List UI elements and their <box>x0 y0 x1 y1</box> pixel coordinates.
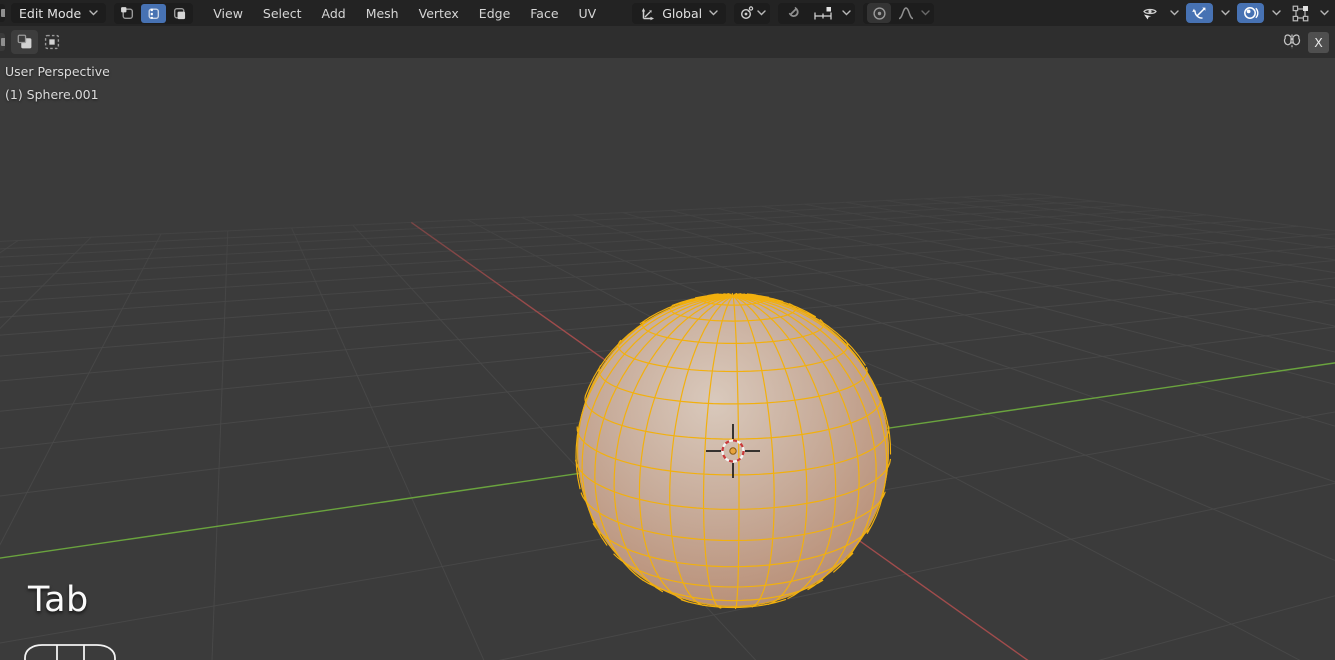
edge-select-button[interactable] <box>141 3 167 23</box>
snap-with-icon <box>814 6 832 19</box>
horizon-fade <box>0 58 1335 328</box>
snap-toggle-button[interactable] <box>782 3 806 23</box>
select-set-icon <box>17 34 31 49</box>
gizmos-chevron[interactable] <box>1217 3 1233 23</box>
magnet-snap-icon <box>788 6 799 17</box>
shading-chevron[interactable] <box>1316 3 1332 23</box>
chevron-down-icon <box>89 10 98 16</box>
overlays-toggle[interactable] <box>1237 3 1264 23</box>
face-select-icon <box>174 7 186 19</box>
falloff-curve-icon <box>898 7 914 20</box>
chevron-down-icon <box>1220 10 1230 16</box>
overlays-chevron[interactable] <box>1268 3 1284 23</box>
orientation-dropdown[interactable]: Global <box>632 2 727 24</box>
chevron-down-icon <box>1319 10 1329 16</box>
menu-bar: View Select Add Mesh Vertex Edge Face UV <box>203 0 606 26</box>
vertex-select-icon <box>121 6 134 19</box>
proportional-edit-group <box>863 2 935 24</box>
chevron-down-icon[interactable] <box>842 10 851 16</box>
mouse-icon <box>24 644 116 660</box>
menu-face[interactable]: Face <box>520 0 568 26</box>
face-select-button[interactable] <box>167 4 192 23</box>
select-mode-set-button[interactable] <box>11 30 38 54</box>
select-mode-group <box>114 2 194 24</box>
tool-settings-bar: X <box>0 26 1335 58</box>
snap-group <box>778 2 856 24</box>
xray-icon <box>1292 5 1308 21</box>
menu-edge[interactable]: Edge <box>469 0 520 26</box>
mirror-butterfly-icon <box>1283 34 1301 49</box>
chevron-down-icon[interactable] <box>921 10 930 16</box>
header-right-cluster <box>1138 3 1335 23</box>
gizmos-toggle[interactable] <box>1186 3 1213 23</box>
viewport-header: Edit Mode View Select Add Mesh Vertex Ed… <box>0 0 1335 26</box>
median-point <box>729 447 737 455</box>
select-extend-icon <box>44 34 59 50</box>
mirror-x-toggle[interactable]: X <box>1308 31 1329 53</box>
mode-label: Edit Mode <box>19 5 82 21</box>
vertex-select-button[interactable] <box>115 4 140 23</box>
blender-window: { "header": { "mode_label": "Edit Mode",… <box>0 0 1335 660</box>
orientation-label: Global <box>662 5 703 21</box>
active-object-label: (1) Sphere.001 <box>5 87 99 102</box>
pivot-point-icon <box>741 6 754 20</box>
menu-add[interactable]: Add <box>311 0 355 26</box>
chevron-down-icon <box>757 10 766 16</box>
visibility-eye-icon <box>1143 8 1157 20</box>
proportional-edit-toggle[interactable] <box>867 3 892 23</box>
menu-select[interactable]: Select <box>253 0 312 26</box>
visibility-chevron[interactable] <box>1166 3 1182 23</box>
edge-select-icon <box>148 8 160 19</box>
editor-type-button[interactable] <box>0 4 5 22</box>
falloff-dropdown[interactable] <box>894 3 918 23</box>
menu-uv[interactable]: UV <box>569 0 607 26</box>
viewport-canvas[interactable] <box>0 0 1335 660</box>
snap-with-dropdown[interactable] <box>809 3 839 23</box>
menu-mesh[interactable]: Mesh <box>356 0 409 26</box>
visibility-dropdown[interactable] <box>1138 3 1162 23</box>
chevron-down-icon <box>709 10 718 16</box>
tool-icon-partial[interactable] <box>0 33 5 51</box>
overlays-icon <box>1243 7 1258 19</box>
select-mode-extend-button[interactable] <box>38 30 65 54</box>
chevron-down-icon <box>1169 10 1179 16</box>
chevron-down-icon <box>1271 10 1281 16</box>
gizmo-icon <box>1191 7 1205 19</box>
xray-toggle[interactable] <box>1288 3 1312 23</box>
menu-view[interactable]: View <box>203 0 253 26</box>
screencast-key-overlay: Tab <box>28 580 89 620</box>
view-perspective-label: User Perspective <box>5 64 110 79</box>
orientation-axes-icon <box>642 7 655 20</box>
transform-cluster: Global <box>632 2 935 24</box>
mirror-options: X <box>1282 31 1335 53</box>
mode-dropdown[interactable]: Edit Mode <box>11 3 107 23</box>
menu-vertex[interactable]: Vertex <box>409 0 469 26</box>
proportional-edit-icon <box>873 6 886 20</box>
pivot-dropdown[interactable] <box>734 2 771 24</box>
